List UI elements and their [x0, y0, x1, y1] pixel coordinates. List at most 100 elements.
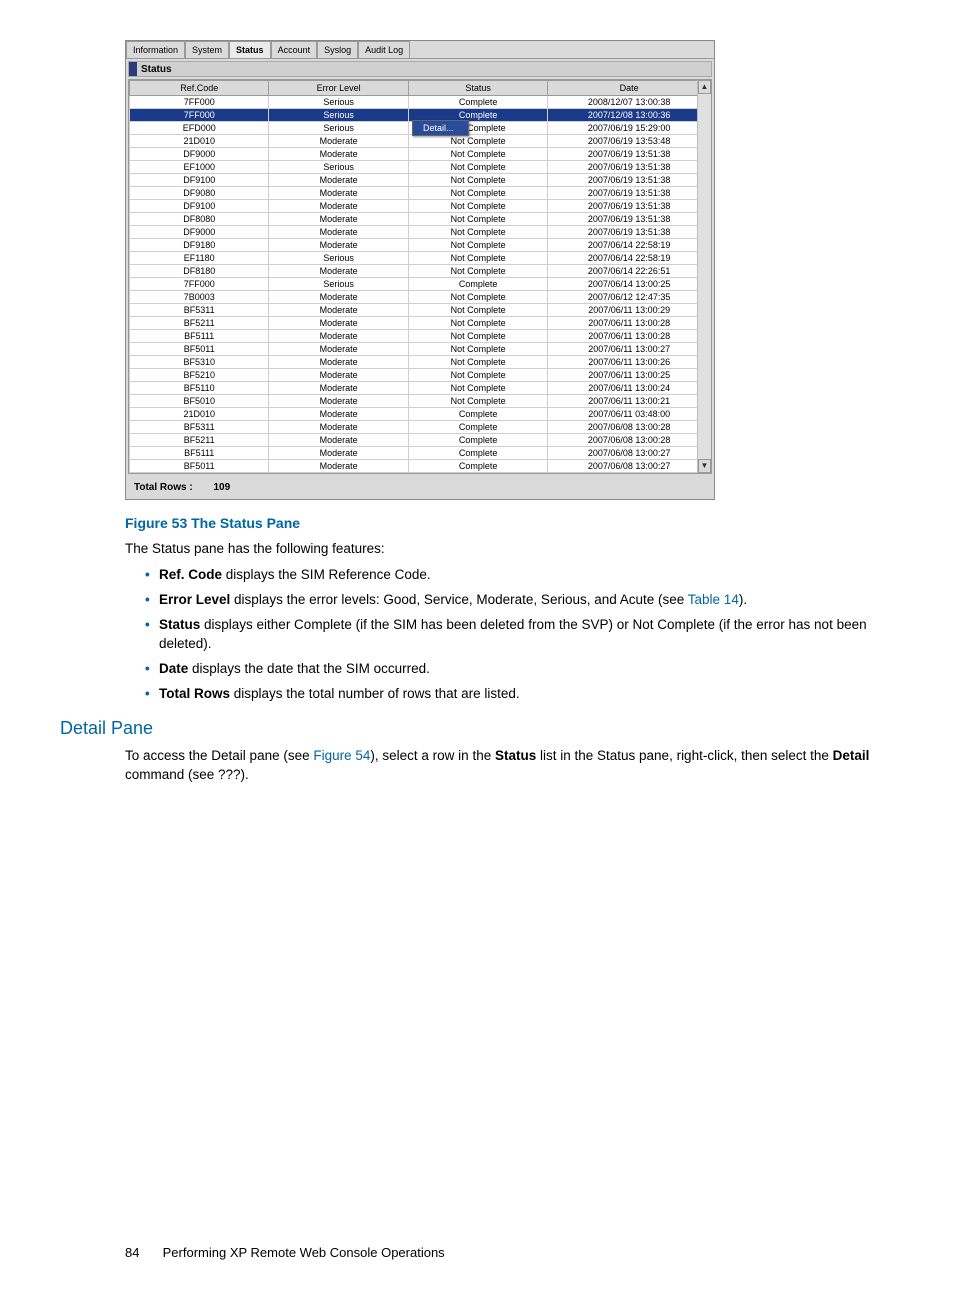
scroll-down-icon[interactable]: ▼ [698, 459, 711, 473]
table-cell: 2007/06/19 13:53:48 [548, 135, 711, 148]
page-footer: 84 Performing XP Remote Web Console Oper… [0, 1245, 954, 1260]
table-row[interactable]: 21D010ModerateNot Complete2007/06/19 13:… [130, 135, 711, 148]
table-row[interactable]: 21D010ModerateComplete2007/06/11 03:48:0… [130, 408, 711, 421]
table-cell: Moderate [269, 382, 408, 395]
table-row[interactable]: BF5310ModerateNot Complete2007/06/11 13:… [130, 356, 711, 369]
table-cell: 7B0003 [130, 291, 269, 304]
table-cell: EF1000 [130, 161, 269, 174]
table-cell: DF9000 [130, 148, 269, 161]
table-cell: Moderate [269, 304, 408, 317]
tab-information[interactable]: Information [126, 41, 185, 58]
table-row[interactable]: BF5311ModerateNot Complete2007/06/11 13:… [130, 304, 711, 317]
table-row[interactable]: DF9000ModerateNot Complete2007/06/19 13:… [130, 148, 711, 161]
table-cell: 7FF000 [130, 96, 269, 109]
column-header[interactable]: Date [548, 81, 711, 96]
table-cell: Not Complete [408, 174, 547, 187]
table-cell: Moderate [269, 395, 408, 408]
vertical-scrollbar[interactable]: ▲ ▼ [697, 80, 711, 473]
table-cell: 2007/06/11 13:00:24 [548, 382, 711, 395]
table-cell: Not Complete [408, 161, 547, 174]
feature-date: Date displays the date that the SIM occu… [145, 660, 874, 679]
link-table-14[interactable]: Table 14 [688, 592, 739, 607]
table-cell: EFD000 [130, 122, 269, 135]
table-row[interactable]: BF5311ModerateComplete2007/06/08 13:00:2… [130, 421, 711, 434]
table-row[interactable]: 7FF000SeriousComplete2008/12/07 13:00:38 [130, 96, 711, 109]
table-cell: BF5311 [130, 421, 269, 434]
table-row[interactable]: EF1180SeriousNot Complete2007/06/14 22:5… [130, 252, 711, 265]
feature-ref-code: Ref. Code displays the SIM Reference Cod… [145, 566, 874, 585]
table-cell: Moderate [269, 447, 408, 460]
table-cell: Not Complete [408, 265, 547, 278]
table-row[interactable]: 7B0003ModerateNot Complete2007/06/12 12:… [130, 291, 711, 304]
table-cell: Complete [408, 408, 547, 421]
table-row[interactable]: BF5110ModerateNot Complete2007/06/11 13:… [130, 382, 711, 395]
table-row[interactable]: BF5210ModerateNot Complete2007/06/11 13:… [130, 369, 711, 382]
table-cell: 2007/06/14 13:00:25 [548, 278, 711, 291]
table-cell: Moderate [269, 460, 408, 473]
table-cell: 21D010 [130, 408, 269, 421]
table-row[interactable]: DF8080ModerateNot Complete2007/06/19 13:… [130, 213, 711, 226]
total-rows: Total Rows : 109 [126, 476, 714, 499]
column-header[interactable]: Status [408, 81, 547, 96]
table-row[interactable]: DF8180ModerateNot Complete2007/06/14 22:… [130, 265, 711, 278]
table-cell: Complete [408, 447, 547, 460]
table-row[interactable]: BF5211ModerateComplete2007/06/08 13:00:2… [130, 434, 711, 447]
table-row[interactable]: DF9080ModerateNot Complete2007/06/19 13:… [130, 187, 711, 200]
table-row[interactable]: BF5010ModerateNot Complete2007/06/11 13:… [130, 395, 711, 408]
total-rows-label: Total Rows : [134, 482, 193, 493]
table-cell: Moderate [269, 200, 408, 213]
table-cell: DF9080 [130, 187, 269, 200]
table-cell: 2007/06/19 15:29:00 [548, 122, 711, 135]
table-row[interactable]: BF5011ModerateNot Complete2007/06/11 13:… [130, 343, 711, 356]
table-cell: 2007/06/11 13:00:28 [548, 330, 711, 343]
table-cell: 2007/06/08 13:00:27 [548, 460, 711, 473]
context-menu[interactable]: Detail... [412, 120, 469, 136]
table-cell: BF5010 [130, 395, 269, 408]
table-cell: 2008/12/07 13:00:38 [548, 96, 711, 109]
table-cell: 7FF000 [130, 278, 269, 291]
table-row[interactable]: EF1000SeriousNot Complete2007/06/19 13:5… [130, 161, 711, 174]
table-cell: Not Complete [408, 148, 547, 161]
column-header[interactable]: Ref.Code [130, 81, 269, 96]
header-bar-icon [129, 62, 137, 76]
context-menu-detail[interactable]: Detail... [413, 121, 468, 135]
table-row[interactable]: BF5211ModerateNot Complete2007/06/11 13:… [130, 317, 711, 330]
table-cell: 2007/06/11 13:00:28 [548, 317, 711, 330]
table-row[interactable]: 7FF000SeriousComplete2007/06/14 13:00:25 [130, 278, 711, 291]
table-cell: 2007/06/19 13:51:38 [548, 226, 711, 239]
table-cell: Not Complete [408, 395, 547, 408]
table-cell: BF5311 [130, 304, 269, 317]
tab-account[interactable]: Account [271, 41, 318, 58]
table-row[interactable]: DF9100ModerateNot Complete2007/06/19 13:… [130, 174, 711, 187]
table-cell: Not Complete [408, 226, 547, 239]
tab-audit-log[interactable]: Audit Log [358, 41, 410, 58]
table-row[interactable]: DF9100ModerateNot Complete2007/06/19 13:… [130, 200, 711, 213]
table-cell: Not Complete [408, 369, 547, 382]
link-figure-54[interactable]: Figure 54 [313, 748, 370, 763]
table-cell: DF9180 [130, 239, 269, 252]
table-cell: BF5111 [130, 447, 269, 460]
table-cell: Complete [408, 434, 547, 447]
table-row[interactable]: DF9000ModerateNot Complete2007/06/19 13:… [130, 226, 711, 239]
column-header[interactable]: Error Level [269, 81, 408, 96]
table-cell: Complete [408, 421, 547, 434]
tab-status[interactable]: Status [229, 41, 271, 58]
table-cell: BF5011 [130, 460, 269, 473]
table-cell: DF9000 [130, 226, 269, 239]
table-row[interactable]: BF5111ModerateNot Complete2007/06/11 13:… [130, 330, 711, 343]
total-rows-value: 109 [213, 482, 230, 493]
status-table[interactable]: Ref.CodeError LevelStatusDate 7FF000Seri… [129, 80, 711, 473]
table-row[interactable]: BF5111ModerateComplete2007/06/08 13:00:2… [130, 447, 711, 460]
footer-text: Performing XP Remote Web Console Operati… [163, 1245, 445, 1260]
table-row[interactable]: BF5011ModerateComplete2007/06/08 13:00:2… [130, 460, 711, 473]
table-row[interactable]: DF9180ModerateNot Complete2007/06/14 22:… [130, 239, 711, 252]
pane-title: Status [141, 64, 172, 75]
table-cell: Moderate [269, 213, 408, 226]
scroll-up-icon[interactable]: ▲ [698, 80, 711, 94]
figure-caption: Figure 53 The Status Pane [125, 514, 874, 534]
tab-syslog[interactable]: Syslog [317, 41, 358, 58]
table-cell: 2007/06/19 13:51:38 [548, 161, 711, 174]
status-table-wrap: Ref.CodeError LevelStatusDate 7FF000Seri… [128, 79, 712, 474]
tab-system[interactable]: System [185, 41, 229, 58]
table-cell: BF5310 [130, 356, 269, 369]
